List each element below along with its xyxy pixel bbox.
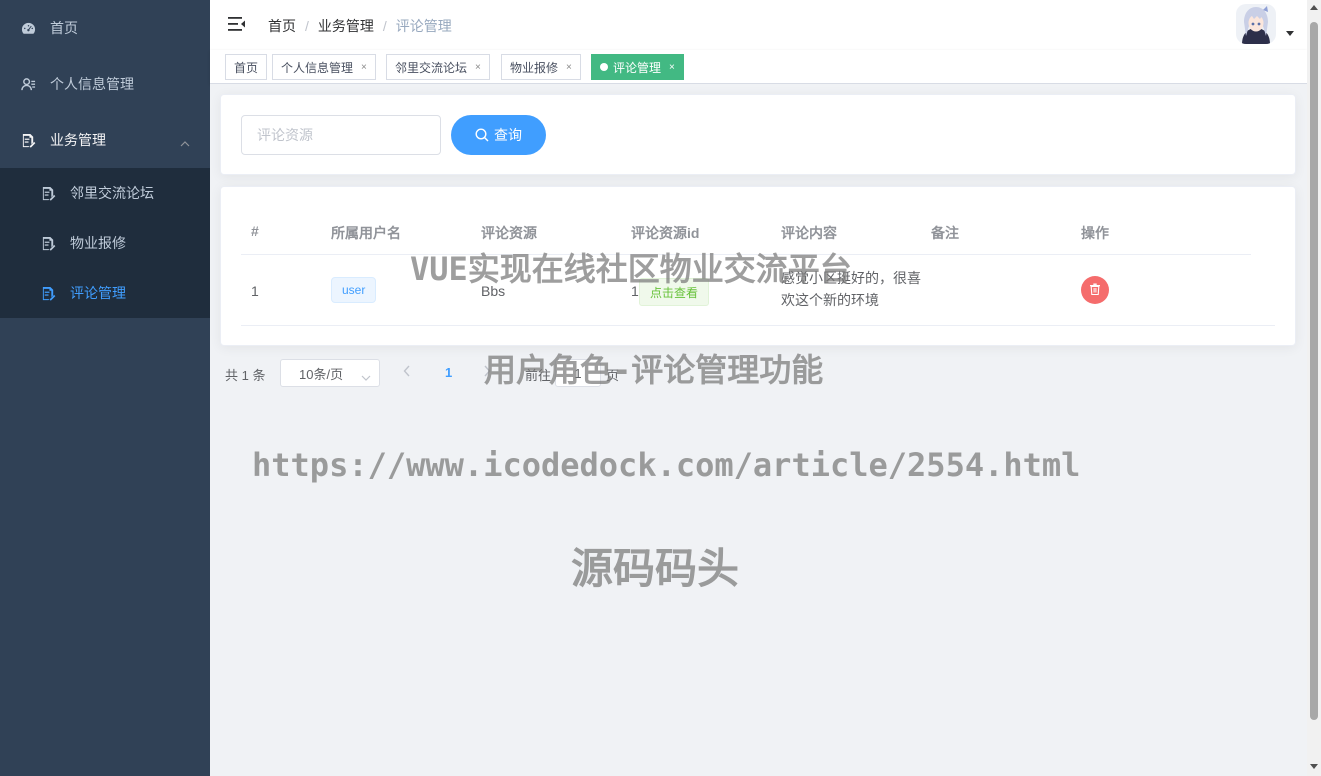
tag-forum[interactable]: 邻里交流论坛 × [386, 54, 490, 80]
delete-button[interactable] [1081, 276, 1109, 304]
page-size-value: 10条/页 [299, 366, 344, 382]
sidebar-item-label: 首页 [50, 20, 78, 36]
sidebar-item-business[interactable]: 业务管理 [0, 112, 210, 168]
tag-label: 邻里交流论坛 [395, 60, 468, 75]
chevron-up-icon [180, 134, 190, 150]
breadcrumb-item-current: 评论管理 [395, 18, 452, 34]
submenu-business: 邻里交流论坛 物业报修 评论管理 [0, 168, 210, 318]
column-header-actions: 操作 [1081, 225, 1109, 241]
document-icon [40, 185, 56, 201]
column-header-remark: 备注 [931, 225, 959, 241]
sidebar-item-label: 业务管理 [50, 132, 106, 148]
active-dot-icon [600, 63, 608, 71]
column-header-username: 所属用户名 [331, 225, 401, 241]
sidebar-item-label: 物业报修 [70, 235, 126, 251]
row-resource: Bbs [481, 283, 506, 299]
scrollbar-thumb[interactable] [1310, 22, 1318, 720]
column-header-content: 评论内容 [781, 225, 837, 241]
breadcrumb-item-home[interactable]: 首页 [268, 16, 296, 36]
close-icon[interactable]: × [475, 62, 481, 73]
breadcrumb-separator: / [382, 18, 387, 34]
main-content: 查询 # 所属用户名 评论资源 评论资源id 评论内容 备注 操作 1 user… [210, 84, 1307, 776]
scroll-down-icon[interactable] [1310, 764, 1318, 769]
view-resource-button[interactable]: 点击查看 [639, 278, 709, 306]
tag-label: 个人信息管理 [281, 60, 354, 75]
row-index: 1 [251, 283, 259, 299]
close-icon[interactable]: × [361, 62, 367, 73]
document-icon [20, 132, 36, 148]
breadcrumb-separator: / [305, 18, 309, 34]
pagination-total: 共 1 条 [225, 368, 266, 383]
document-icon [40, 235, 56, 251]
sidebar-item-home[interactable]: 首页 [0, 0, 210, 56]
page-size-select[interactable]: 10条/页 [280, 359, 380, 387]
tag-label: 首页 [234, 60, 259, 75]
table-card: # 所属用户名 评论资源 评论资源id 评论内容 备注 操作 1 user Bb… [220, 186, 1296, 346]
close-icon[interactable]: × [566, 62, 572, 73]
sidebar-item-repair[interactable]: 物业报修 [0, 218, 210, 268]
navbar: 首页 / 业务管理 / 评论管理 [210, 0, 1307, 50]
tag-label: 物业报修 [510, 60, 559, 75]
header-divider [241, 254, 1251, 255]
sidebar-item-label: 评论管理 [70, 285, 126, 301]
search-card: 查询 [220, 94, 1296, 175]
scrollbar[interactable] [1307, 0, 1321, 776]
username-tag: user [331, 277, 377, 303]
page-label: 页 [606, 368, 620, 383]
sidebar: 首页 个人信息管理 业务管理 邻里交流论坛 物业报修 评论管理 [0, 0, 210, 776]
page-jump-input[interactable] [555, 359, 601, 387]
caret-down-icon[interactable] [1286, 31, 1294, 36]
goto-label: 前往 [525, 368, 552, 383]
search-button[interactable]: 查询 [451, 115, 546, 155]
column-header-resource: 评论资源 [481, 225, 537, 241]
column-header-index: # [251, 223, 259, 239]
close-icon[interactable]: × [669, 62, 675, 73]
tag-personal-info[interactable]: 个人信息管理 × [272, 54, 376, 80]
next-page-icon[interactable] [483, 365, 491, 380]
breadcrumb-item-business[interactable]: 业务管理 [318, 16, 374, 36]
search-icon [475, 128, 489, 142]
sidebar-item-forum[interactable]: 邻里交流论坛 [0, 168, 210, 218]
chevron-down-icon [361, 369, 371, 384]
tag-repair[interactable]: 物业报修 × [501, 54, 581, 80]
sidebar-item-personal-info[interactable]: 个人信息管理 [0, 56, 210, 112]
scroll-up-icon[interactable] [1310, 5, 1318, 10]
search-input[interactable] [241, 115, 441, 155]
hamburger-icon[interactable] [228, 16, 246, 32]
column-header-resource-id: 评论资源id [631, 225, 700, 241]
tag-label: 评论管理 [613, 60, 662, 75]
row-divider [241, 325, 1275, 326]
prev-page-icon[interactable] [403, 365, 411, 380]
search-button-label: 查询 [494, 127, 522, 143]
row-resource-id: 1 [631, 283, 639, 299]
sidebar-item-label: 个人信息管理 [50, 76, 134, 92]
tag-home[interactable]: 首页 [225, 54, 268, 80]
avatar[interactable] [1236, 4, 1276, 44]
document-icon [40, 285, 56, 301]
trash-icon [1089, 283, 1101, 298]
user-info-icon [20, 76, 36, 92]
page-number[interactable]: 1 [445, 365, 452, 380]
dashboard-icon [20, 20, 36, 36]
sidebar-item-comments[interactable]: 评论管理 [0, 268, 210, 318]
tags-view: 首页 个人信息管理 × 邻里交流论坛 × 物业报修 × 评论管理 × [210, 50, 1307, 84]
sidebar-item-label: 邻里交流论坛 [70, 185, 154, 201]
tag-comments[interactable]: 评论管理 × [591, 54, 684, 80]
breadcrumb: 首页 / 业务管理 / 评论管理 [268, 16, 452, 36]
row-content: 感觉小区挺好的，很喜欢这个新的环境 [781, 270, 921, 308]
